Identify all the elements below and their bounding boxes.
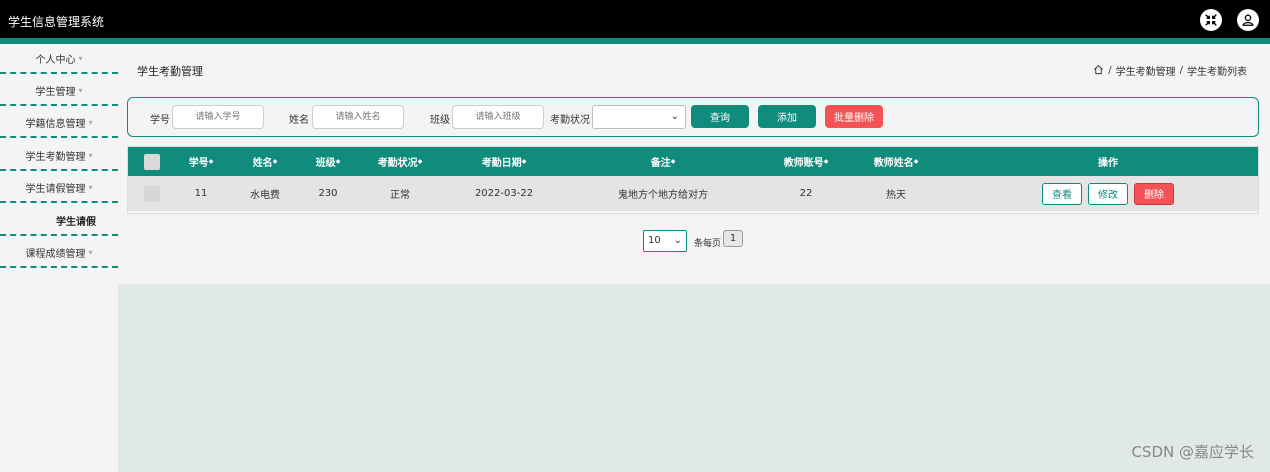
cell-actions: 查看 修改 删除 bbox=[1024, 176, 1192, 211]
col-header-student-no[interactable]: 学号 ◆ bbox=[176, 147, 226, 176]
col-header-teacher-account[interactable]: 教师账号 ◆ bbox=[766, 147, 846, 176]
watermark: CSDN @嘉应学长 bbox=[1131, 443, 1254, 461]
table-header: 学号 ◆ 姓名 ◆ 班级 ◆ 考勤状况 ◆ 考勤日期 ◆ 备注 ◆ 教师账号 ◆ 教师姓名 ◆ … bbox=[128, 147, 1258, 176]
sidebar-item-label: 学籍信息管理 bbox=[25, 118, 86, 130]
name-input[interactable] bbox=[312, 105, 404, 129]
edit-button[interactable]: 修改 bbox=[1088, 182, 1128, 205]
caret-down-icon: ▾ bbox=[88, 182, 93, 192]
cell-class: 230 bbox=[318, 188, 338, 199]
col-header-text: 操作 bbox=[1098, 158, 1118, 169]
batch-delete-button[interactable]: 批量删除 bbox=[825, 105, 883, 128]
sort-icon: ◆ bbox=[335, 158, 341, 165]
caret-down-icon: ▾ bbox=[88, 150, 93, 160]
sidebar-item-label: 个人中心 bbox=[35, 54, 76, 66]
content-background bbox=[118, 284, 1270, 472]
col-header-text: 考勤日期 bbox=[481, 158, 522, 169]
name-label: 姓名 bbox=[289, 115, 309, 126]
fullscreen-exit-icon[interactable] bbox=[1200, 9, 1222, 31]
sidebar-item-leave-management[interactable]: 学生请假管理 ▾ bbox=[0, 173, 118, 203]
col-header-text: 教师账号 bbox=[783, 158, 824, 169]
class-input[interactable] bbox=[452, 105, 544, 129]
col-header-text: 考勤状况 bbox=[377, 158, 418, 169]
sidebar-item-label: 学生管理 bbox=[35, 86, 76, 98]
home-icon[interactable] bbox=[1093, 64, 1104, 78]
class-label: 班级 bbox=[430, 115, 450, 126]
attendance-table: 学号 ◆ 姓名 ◆ 班级 ◆ 考勤状况 ◆ 考勤日期 ◆ 备注 ◆ 教师账号 ◆ 教师姓名 ◆ … bbox=[127, 146, 1259, 214]
search-panel: 学号 姓名 班级 考勤状况 ⌄ 查询 添加 批量删除 bbox=[127, 97, 1259, 137]
add-button[interactable]: 添加 bbox=[758, 105, 816, 128]
sort-icon: ◆ bbox=[670, 158, 676, 165]
sort-icon: ◆ bbox=[521, 158, 527, 165]
checkbox-box bbox=[144, 185, 160, 202]
table-row[interactable]: 11 水电费 230 正常 2022-03-22 鬼地方个地方给对方 22 热天… bbox=[128, 176, 1258, 211]
query-button[interactable]: 查询 bbox=[691, 105, 749, 128]
page-size-value: 10 bbox=[648, 235, 661, 246]
page-number-button[interactable]: 1 bbox=[723, 230, 743, 247]
breadcrumb-separator: / bbox=[1108, 65, 1112, 76]
cell-teacher-name: 热天 bbox=[886, 190, 906, 201]
row-checkbox[interactable] bbox=[140, 176, 164, 211]
user-icon[interactable] bbox=[1237, 9, 1259, 31]
sidebar-item-student-management[interactable]: 学生管理 ▾ bbox=[0, 76, 118, 106]
sidebar-item-attendance-management[interactable]: 学生考勤管理 ▾ bbox=[0, 141, 118, 171]
cell-student-no: 11 bbox=[194, 188, 208, 199]
caret-down-icon: ▾ bbox=[88, 247, 93, 257]
caret-down-icon: ▾ bbox=[78, 53, 83, 63]
breadcrumb-level1[interactable]: 学生考勤管理 bbox=[1116, 63, 1176, 78]
sort-icon: ◆ bbox=[272, 158, 278, 165]
col-header-remark[interactable]: 备注 ◆ bbox=[603, 147, 723, 176]
sidebar-item-grades-management[interactable]: 课程成绩管理 ▾ bbox=[0, 238, 118, 268]
sort-icon: ◆ bbox=[913, 158, 919, 165]
col-header-actions: 操作 bbox=[1058, 147, 1158, 176]
page-size-select[interactable]: 10 ⌄ bbox=[643, 230, 687, 252]
status-label: 考勤状况 bbox=[550, 115, 590, 126]
cell-teacher-account: 22 bbox=[799, 188, 813, 199]
sidebar-item-label: 课程成绩管理 bbox=[25, 248, 86, 260]
col-header-text: 班级 bbox=[315, 158, 336, 169]
checkbox-box bbox=[144, 153, 160, 170]
app-title: 学生信息管理系统 bbox=[8, 15, 105, 29]
main-content: 学生考勤管理 / 学生考勤管理 / 学生考勤列表 学号 姓名 班级 考勤状况 ⌄… bbox=[118, 44, 1270, 472]
col-header-text: 备注 bbox=[650, 158, 671, 169]
chevron-down-icon: ⌄ bbox=[670, 111, 679, 122]
caret-down-icon: ▾ bbox=[88, 117, 93, 127]
sidebar-subitem-label: 学生请假 bbox=[56, 216, 96, 228]
col-header-text: 教师姓名 bbox=[873, 158, 914, 169]
student-no-label: 学号 bbox=[150, 115, 170, 126]
sidebar-item-personal-center[interactable]: 个人中心 ▾ bbox=[0, 44, 118, 74]
col-header-class[interactable]: 班级 ◆ bbox=[303, 147, 353, 176]
sidebar-subitem-student-leave[interactable]: 学生请假 bbox=[0, 206, 118, 236]
per-page-label: 条每页 bbox=[694, 239, 722, 249]
sidebar-item-label: 学生请假管理 bbox=[25, 183, 86, 195]
sort-icon: ◆ bbox=[208, 158, 214, 165]
delete-button[interactable]: 删除 bbox=[1134, 182, 1174, 205]
cell-name: 水电费 bbox=[250, 190, 280, 201]
breadcrumb-level2: 学生考勤列表 bbox=[1187, 67, 1247, 78]
col-header-text: 姓名 bbox=[252, 158, 273, 169]
sidebar: 个人中心 ▾ 学生管理 ▾ 学籍信息管理 ▾ 学生考勤管理 ▾ 学生请假管理 ▾… bbox=[0, 44, 118, 472]
chevron-down-icon: ⌄ bbox=[673, 235, 682, 246]
view-button[interactable]: 查看 bbox=[1042, 182, 1082, 205]
col-header-teacher-name[interactable]: 教师姓名 ◆ bbox=[856, 147, 936, 176]
content-panel: 学生考勤管理 / 学生考勤管理 / 学生考勤列表 学号 姓名 班级 考勤状况 ⌄… bbox=[118, 44, 1270, 284]
sort-icon: ◆ bbox=[823, 158, 829, 165]
col-header-text: 学号 bbox=[188, 158, 209, 169]
col-header-date[interactable]: 考勤日期 ◆ bbox=[454, 147, 554, 176]
col-header-status[interactable]: 考勤状况 ◆ bbox=[360, 147, 440, 176]
top-bar: 学生信息管理系统 bbox=[0, 0, 1270, 38]
sort-icon: ◆ bbox=[417, 158, 423, 165]
status-select[interactable]: ⌄ bbox=[592, 105, 686, 129]
cell-date: 2022-03-22 bbox=[474, 188, 534, 199]
breadcrumb: / 学生考勤管理 / 学生考勤列表 bbox=[1093, 63, 1247, 78]
sidebar-item-label: 学生考勤管理 bbox=[25, 151, 86, 163]
cell-remark: 鬼地方个地方给对方 bbox=[618, 190, 708, 201]
sidebar-item-enrollment-management[interactable]: 学籍信息管理 ▾ bbox=[0, 108, 118, 138]
caret-down-icon: ▾ bbox=[78, 85, 83, 95]
cell-status: 正常 bbox=[390, 190, 410, 201]
page-title: 学生考勤管理 bbox=[137, 65, 203, 78]
select-all-checkbox[interactable] bbox=[140, 147, 164, 176]
col-header-name[interactable]: 姓名 ◆ bbox=[240, 147, 290, 176]
breadcrumb-separator: / bbox=[1179, 65, 1183, 76]
student-no-input[interactable] bbox=[172, 105, 264, 129]
